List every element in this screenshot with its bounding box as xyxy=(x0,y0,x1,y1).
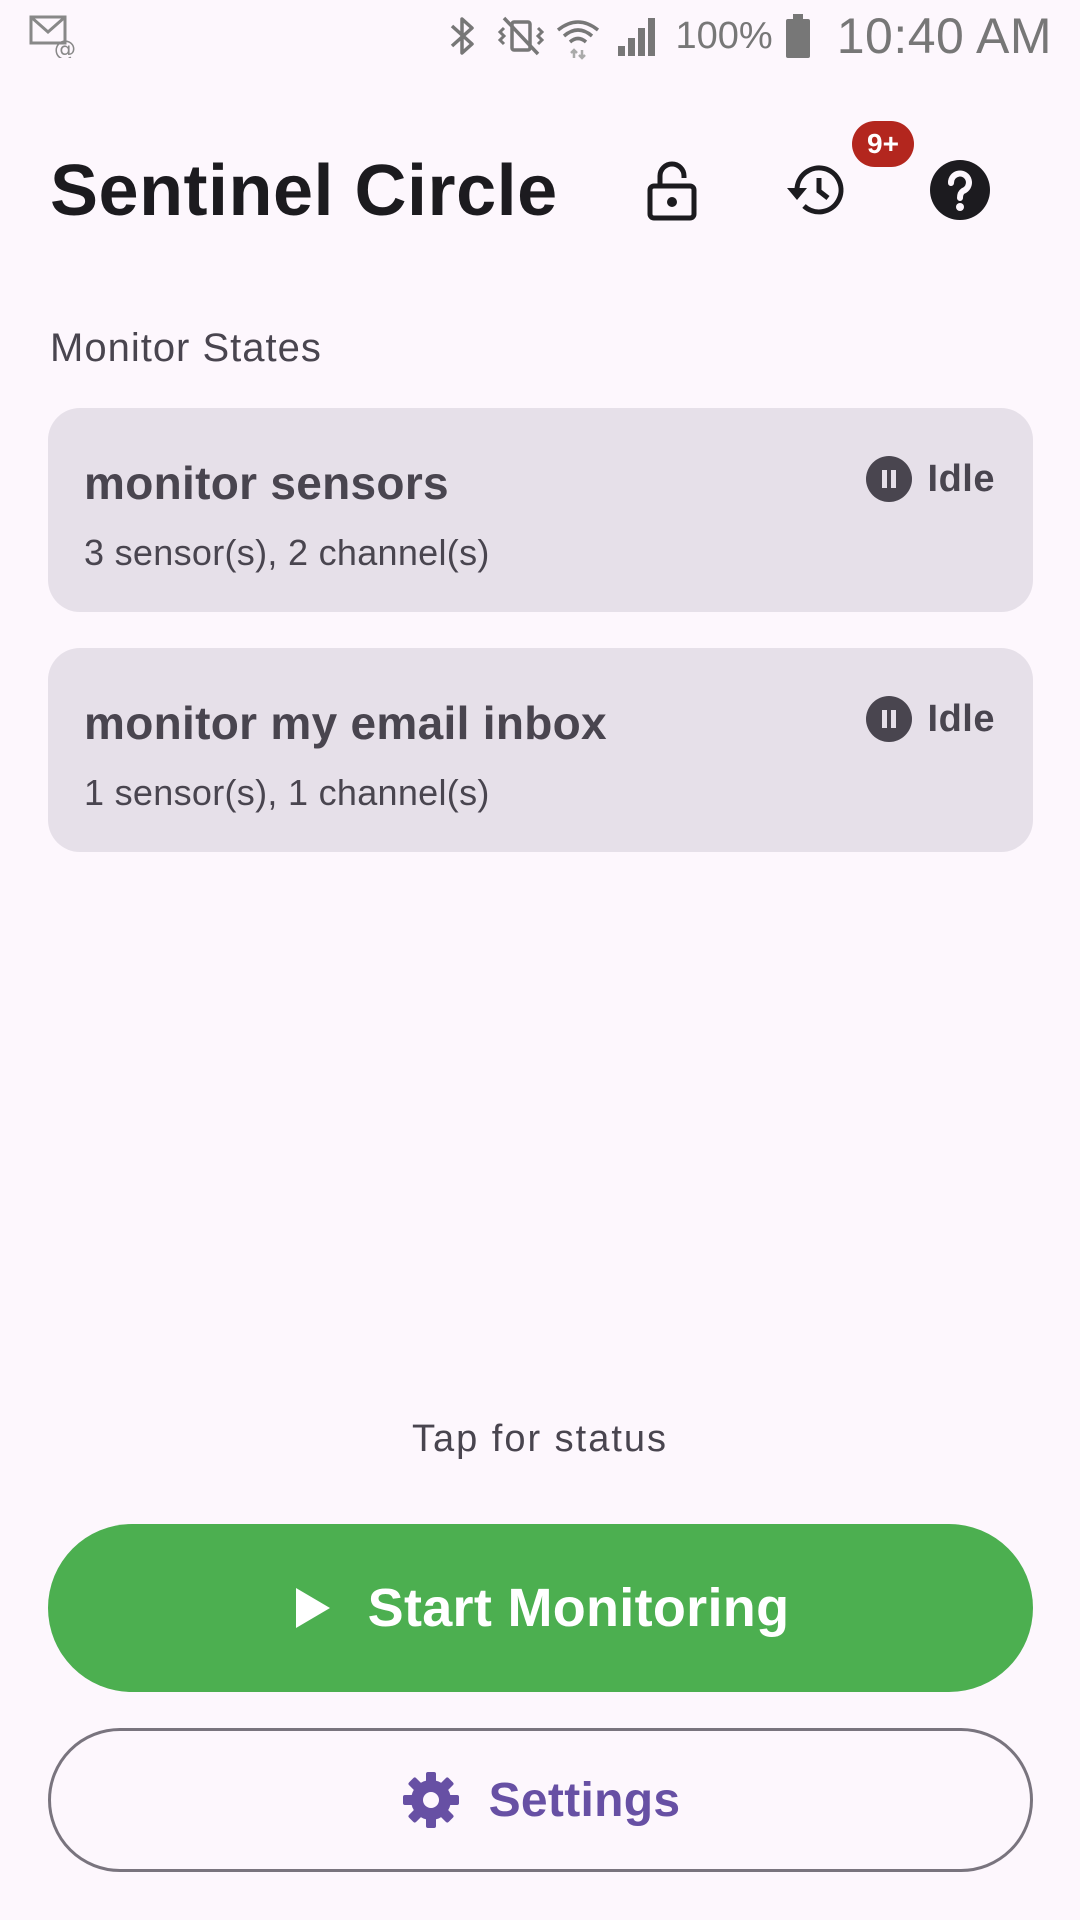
pause-icon xyxy=(865,696,912,742)
status-label: Idle xyxy=(927,457,995,500)
wifi-icon xyxy=(556,20,599,60)
battery-icon xyxy=(785,14,810,58)
history-button[interactable] xyxy=(776,150,856,230)
bluetooth-icon xyxy=(450,17,474,55)
monitor-status: Idle xyxy=(865,696,995,742)
status-label: Idle xyxy=(927,697,995,740)
battery-percent: 100% xyxy=(675,14,773,57)
lock-button[interactable] xyxy=(632,150,712,230)
monitor-name: monitor sensors xyxy=(84,457,449,509)
cellular-signal-icon xyxy=(617,18,655,56)
status-bar: @ 100% 10:40 AM xyxy=(0,0,1080,72)
history-icon xyxy=(787,165,844,215)
app-title: Sentinel Circle xyxy=(50,151,558,231)
help-button[interactable] xyxy=(920,150,1000,230)
lock-open-icon xyxy=(647,161,697,221)
vibrate-off-icon xyxy=(497,16,544,56)
monitor-card[interactable]: monitor sensors 3 sensor(s), 2 channel(s… xyxy=(48,408,1033,612)
play-icon xyxy=(295,1588,330,1628)
section-title: Monitor States xyxy=(50,326,322,370)
start-monitoring-label: Start Monitoring xyxy=(367,1578,790,1638)
help-icon xyxy=(930,160,990,220)
tap-for-status-hint[interactable]: Tap for status xyxy=(0,1418,1080,1461)
monitor-name: monitor my email inbox xyxy=(84,697,607,749)
monitor-status: Idle xyxy=(865,456,995,502)
clock: 10:40 AM xyxy=(836,8,1052,64)
history-count-badge: 9+ xyxy=(852,121,914,167)
pause-icon xyxy=(865,456,912,502)
monitor-summary: 3 sensor(s), 2 channel(s) xyxy=(84,532,490,573)
svg-text:@: @ xyxy=(54,37,76,58)
status-icons: 100% 10:40 AM xyxy=(438,0,1052,72)
monitor-card[interactable]: monitor my email inbox 1 sensor(s), 1 ch… xyxy=(48,648,1033,852)
monitor-summary: 1 sensor(s), 1 channel(s) xyxy=(84,772,490,813)
settings-button[interactable]: Settings xyxy=(48,1728,1033,1872)
gear-icon xyxy=(402,1772,459,1828)
email-notification-icon: @ xyxy=(29,15,76,58)
start-monitoring-button[interactable]: Start Monitoring xyxy=(48,1524,1033,1692)
settings-label: Settings xyxy=(488,1773,681,1827)
